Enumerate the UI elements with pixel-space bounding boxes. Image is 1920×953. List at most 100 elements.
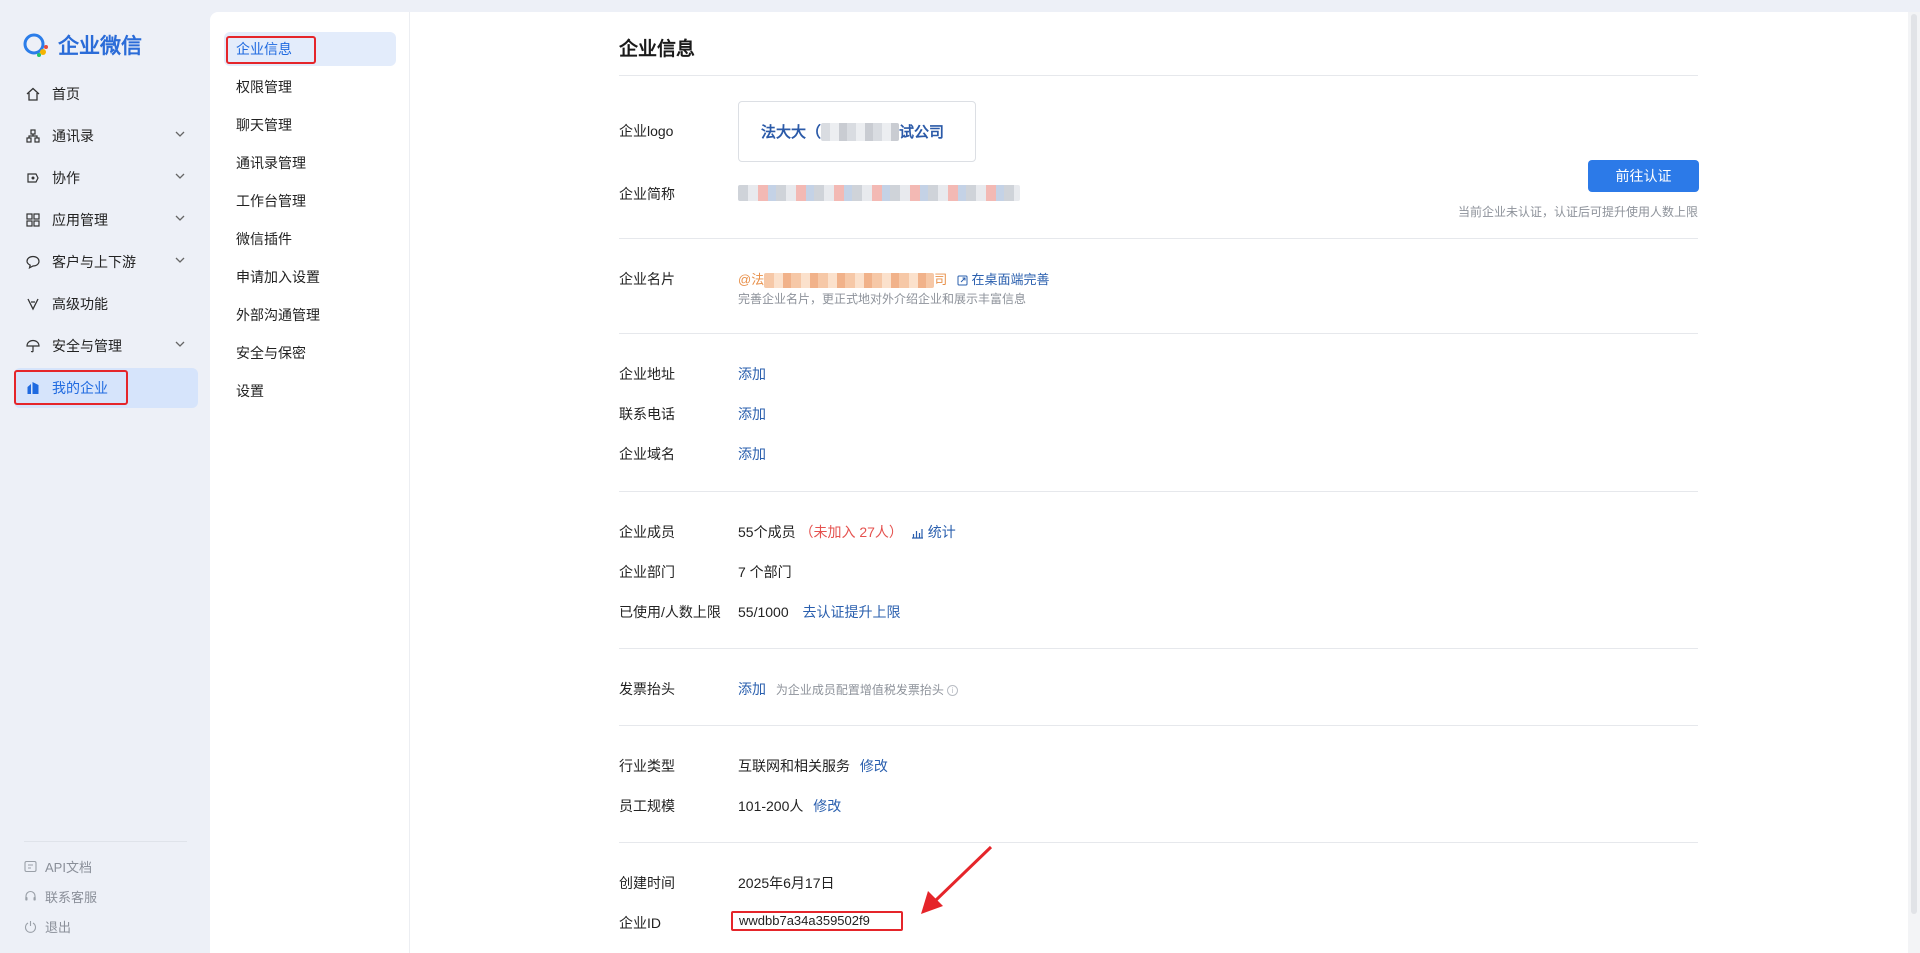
submenu-item-security[interactable]: 安全与保密 — [224, 336, 396, 370]
wecom-logo-icon — [23, 33, 48, 57]
chat-bubble-icon — [24, 253, 42, 271]
edit-industry-link[interactable]: 修改 — [860, 758, 888, 774]
company-submenu: 企业信息 权限管理 聊天管理 通讯录管理 工作台管理 微信插件 申请加入设置 外… — [210, 12, 410, 953]
card-suffix: 司 — [934, 272, 948, 287]
left-nav: 企业微信 首页 通讯录 协作 应用管理 客户与上下游 高级功能 安全与管理 我的… — [0, 0, 210, 953]
departments-label: 企业部门 — [619, 564, 675, 580]
submenu-item-wechat-plugin[interactable]: 微信插件 — [224, 222, 396, 256]
nav-item-label: 协作 — [52, 170, 80, 186]
logo-label: 企业logo — [619, 123, 674, 139]
logo-text-start: 法大大（ — [761, 124, 822, 141]
chevron-down-icon — [175, 257, 185, 263]
submenu-item-contacts[interactable]: 通讯录管理 — [224, 146, 396, 180]
add-phone-link[interactable]: 添加 — [738, 404, 766, 424]
chevron-down-icon — [175, 131, 185, 137]
submenu-item-workbench[interactable]: 工作台管理 — [224, 184, 396, 218]
nav-item-label: 客户与上下游 — [52, 254, 136, 270]
submenu-item-permissions[interactable]: 权限管理 — [224, 70, 396, 104]
nav-divider — [24, 841, 187, 842]
nav-item-customers[interactable]: 客户与上下游 — [14, 242, 198, 282]
redacted-text — [764, 273, 935, 289]
domain-label: 企业域名 — [619, 446, 675, 462]
scale-value: 101-200人 修改 — [738, 796, 841, 816]
submenu-label: 外部沟通管理 — [236, 307, 320, 323]
scale-label: 员工规模 — [619, 798, 675, 814]
divider — [619, 333, 1698, 334]
nav-item-security[interactable]: 安全与管理 — [14, 326, 198, 366]
scrollbar[interactable] — [1908, 12, 1920, 953]
api-doc-icon — [24, 860, 37, 873]
industry-text: 互联网和相关服务 — [738, 758, 850, 774]
edit-scale-link[interactable]: 修改 — [813, 798, 841, 814]
stats-link[interactable]: 统计 — [928, 524, 956, 540]
submenu-label: 安全与保密 — [236, 345, 306, 361]
company-logo-box[interactable]: 法大大（ 试公司 — [738, 101, 976, 162]
submenu-item-external[interactable]: 外部沟通管理 — [224, 298, 396, 332]
divider — [619, 75, 1698, 76]
nav-item-home[interactable]: 首页 — [14, 74, 198, 114]
submenu-label: 权限管理 — [236, 79, 292, 95]
redacted-text — [738, 185, 1020, 202]
apps-grid-icon — [24, 211, 42, 229]
nav-item-label: 首页 — [52, 86, 80, 102]
collaboration-icon — [24, 169, 42, 187]
submenu-label: 申请加入设置 — [236, 269, 320, 285]
industry-label: 行业类型 — [619, 758, 675, 774]
brand-logo[interactable]: 企业微信 — [22, 30, 142, 60]
members-value: 55个成员 （未加入 27人） 统计 — [738, 522, 956, 542]
submenu-label: 聊天管理 — [236, 117, 292, 133]
footer-label: 联系客服 — [45, 890, 98, 905]
not-joined-count[interactable]: （未加入 27人） — [799, 524, 902, 540]
submenu-item-settings[interactable]: 设置 — [224, 374, 396, 408]
submenu-item-chat[interactable]: 聊天管理 — [224, 108, 396, 142]
short-name-label: 企业简称 — [619, 186, 675, 202]
card-prefix: @法 — [738, 272, 765, 287]
invoice-hint: 为企业成员配置增值税发票抬头 — [775, 683, 944, 697]
verify-hint: 当前企业未认证，认证后可提升使用人数上限 — [1457, 205, 1698, 219]
card-value: @法 司 在桌面端完善 — [738, 269, 1049, 289]
add-address-link[interactable]: 添加 — [738, 364, 766, 384]
nav-item-advanced[interactable]: 高级功能 — [14, 284, 198, 324]
chevron-down-icon — [175, 341, 185, 347]
nav-item-contacts[interactable]: 通讯录 — [14, 116, 198, 156]
submenu-label: 设置 — [236, 383, 264, 399]
invoice-label: 发票抬头 — [619, 681, 675, 697]
submenu-label: 通讯录管理 — [236, 155, 306, 171]
scrollbar-thumb[interactable] — [1911, 14, 1917, 914]
add-invoice-link[interactable]: 添加 — [738, 681, 766, 697]
highlight-box-my-company — [14, 370, 128, 405]
created-value: 2025年6月17日 — [738, 875, 835, 891]
highlight-box-corp-id — [731, 911, 903, 931]
card-label: 企业名片 — [619, 271, 675, 287]
created-label: 创建时间 — [619, 875, 675, 891]
submenu-item-join-settings[interactable]: 申请加入设置 — [224, 260, 396, 294]
home-icon — [24, 85, 42, 103]
go-verify-button[interactable]: 前往认证 — [1588, 160, 1699, 192]
highlight-box-company-info — [226, 36, 316, 64]
power-icon — [24, 921, 37, 933]
scale-text: 101-200人 — [738, 798, 804, 814]
org-chart-icon — [24, 127, 42, 145]
departments-value: 7 个部门 — [738, 564, 792, 580]
nav-footer-support[interactable]: 联系客服 — [24, 887, 97, 906]
user-limit-number: 55/1000 — [738, 604, 789, 620]
add-domain-link[interactable]: 添加 — [738, 444, 766, 464]
user-limit-value: 55/1000 去认证提升上限 — [738, 602, 901, 622]
invoice-value: 添加 为企业成员配置增值税发票抬头 i — [738, 679, 958, 699]
nav-footer-logout[interactable]: 退出 — [24, 917, 71, 936]
info-icon[interactable]: i — [946, 684, 958, 696]
nav-item-label: 高级功能 — [52, 296, 108, 312]
industry-value: 互联网和相关服务 修改 — [738, 756, 888, 776]
nav-footer-api-docs[interactable]: API文档 — [24, 857, 92, 876]
user-limit-label: 已使用/人数上限 — [619, 604, 721, 620]
stats-chart-icon — [911, 529, 923, 539]
nav-item-collaboration[interactable]: 协作 — [14, 158, 198, 198]
nav-item-label: 安全与管理 — [52, 338, 122, 354]
nav-item-apps[interactable]: 应用管理 — [14, 200, 198, 240]
chevron-down-icon — [175, 173, 185, 179]
raise-limit-link[interactable]: 去认证提升上限 — [803, 604, 901, 620]
headset-icon — [25, 890, 36, 901]
nav-item-label: 通讯录 — [52, 128, 94, 144]
complete-on-desktop-link[interactable]: 在桌面端完善 — [971, 272, 1049, 287]
footer-label: API文档 — [45, 860, 92, 875]
